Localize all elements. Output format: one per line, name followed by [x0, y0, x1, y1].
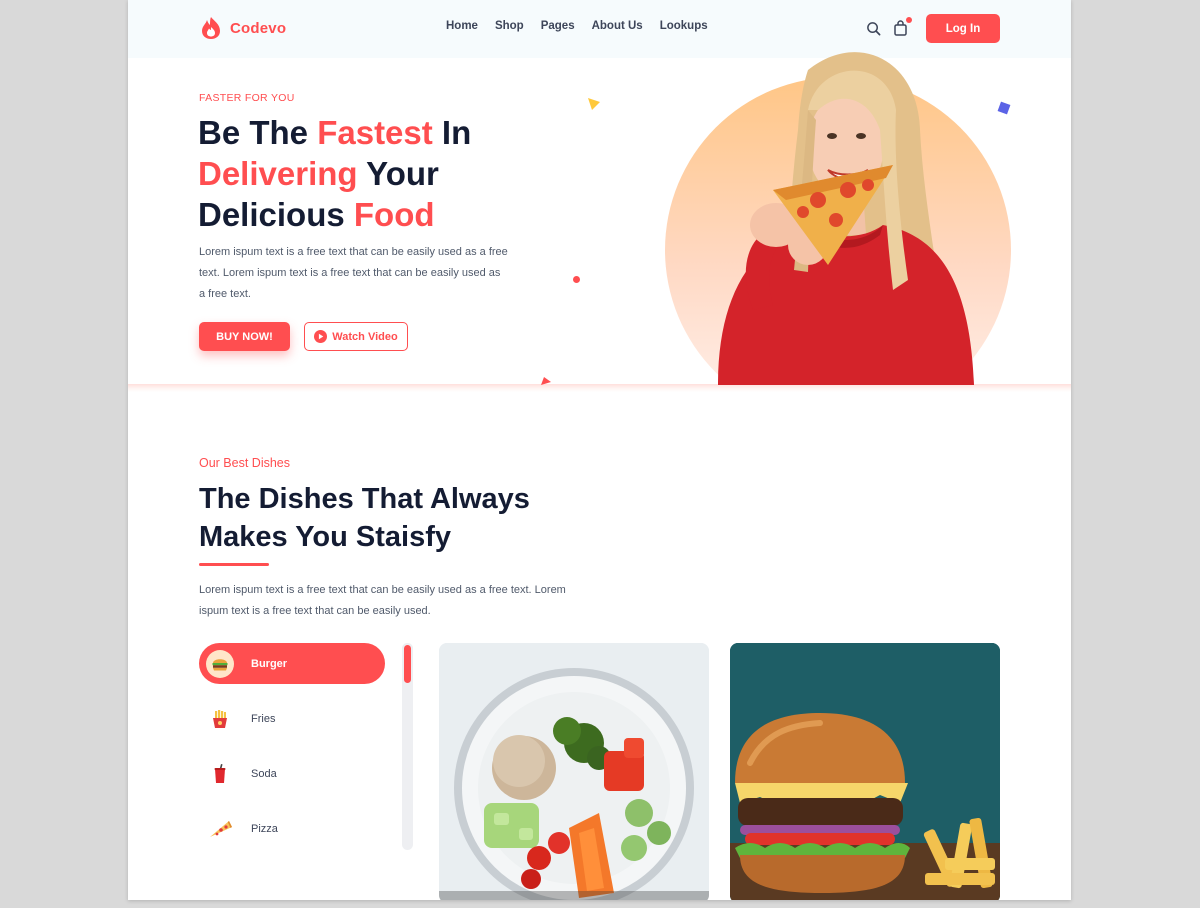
hero-eyebrow: FASTER FOR YOU: [199, 92, 295, 104]
play-icon: [314, 330, 328, 343]
watch-video-label: Watch Video: [332, 330, 398, 343]
brand-logo[interactable]: Codevo: [198, 15, 286, 41]
flame-logo-icon: [202, 17, 220, 39]
hero-title-highlight: Food: [353, 196, 435, 233]
fries-icon: [206, 705, 234, 733]
hero-title-part: Your: [357, 155, 439, 192]
dishes-title-line: The Dishes That Always: [199, 483, 530, 515]
main-menu: Home Shop Pages About Us Lookups: [446, 20, 708, 32]
login-button[interactable]: Log In: [926, 14, 1000, 43]
hero-woman-eating-pizza-image: [665, 52, 1011, 385]
dot-decoration: [573, 276, 580, 283]
category-scrollbar[interactable]: [402, 643, 413, 850]
category-burger[interactable]: Burger: [199, 643, 385, 684]
triangle-decoration: [588, 98, 600, 110]
hero-title-part: In: [432, 114, 472, 151]
menu-item-shop[interactable]: Shop: [495, 20, 524, 32]
section-underline: [199, 563, 269, 566]
shopping-bag-icon: [894, 20, 907, 36]
salad-bowl-image: [439, 643, 709, 900]
dish-category-list: Burger Fries Soda Pizza: [199, 643, 385, 863]
category-fries[interactable]: Fries: [199, 698, 385, 739]
hero-description: Lorem ispum text is a free text that can…: [199, 246, 508, 300]
dishes-title: The Dishes That Always Makes You Staisfy: [199, 480, 619, 556]
hero-title-part: Be The: [198, 114, 318, 151]
triangle-decoration-small: [541, 377, 551, 385]
scrollbar-thumb[interactable]: [402, 643, 413, 685]
search-icon[interactable]: [866, 21, 881, 36]
watch-video-button[interactable]: Watch Video: [304, 322, 408, 351]
dish-card-burger[interactable]: [730, 643, 1000, 900]
burger-icon: [206, 649, 234, 678]
category-pizza[interactable]: Pizza: [199, 808, 385, 849]
cart-button[interactable]: [893, 17, 912, 36]
pizza-icon: [206, 815, 234, 843]
hero-title-highlight: Fastest: [317, 114, 433, 151]
brand-name: Codevo: [230, 19, 287, 37]
category-label: Burger: [251, 657, 288, 670]
hero-bottom-band: [128, 384, 1071, 392]
dishes-description: Lorem ispum text is a free text that can…: [199, 584, 566, 617]
category-label: Soda: [251, 767, 277, 780]
nav-icons: [866, 17, 912, 36]
dish-card-salad-bowl[interactable]: [439, 643, 709, 900]
category-label: Fries: [251, 712, 276, 725]
buy-now-button[interactable]: BUY NOW!: [199, 322, 290, 351]
menu-item-lookups[interactable]: Lookups: [660, 20, 708, 32]
dishes-eyebrow: Our Best Dishes: [199, 456, 291, 470]
burger-fries-image: [730, 643, 1000, 900]
hero-title-highlight: Delivering: [198, 155, 358, 192]
category-label: Pizza: [251, 822, 278, 835]
menu-item-home[interactable]: Home: [446, 20, 478, 32]
menu-item-pages[interactable]: Pages: [541, 20, 575, 32]
cart-badge: [906, 17, 912, 23]
hero-title-part: Delicious: [198, 196, 354, 233]
hero-title: Be The Fastest In Delivering Your Delici…: [198, 112, 618, 235]
category-soda[interactable]: Soda: [199, 753, 385, 794]
dishes-title-line: Makes You Staisfy: [199, 521, 451, 553]
menu-item-about-us[interactable]: About Us: [592, 20, 643, 32]
soda-icon: [206, 760, 234, 788]
page: Codevo Home Shop Pages About Us Lookups …: [128, 0, 1071, 900]
